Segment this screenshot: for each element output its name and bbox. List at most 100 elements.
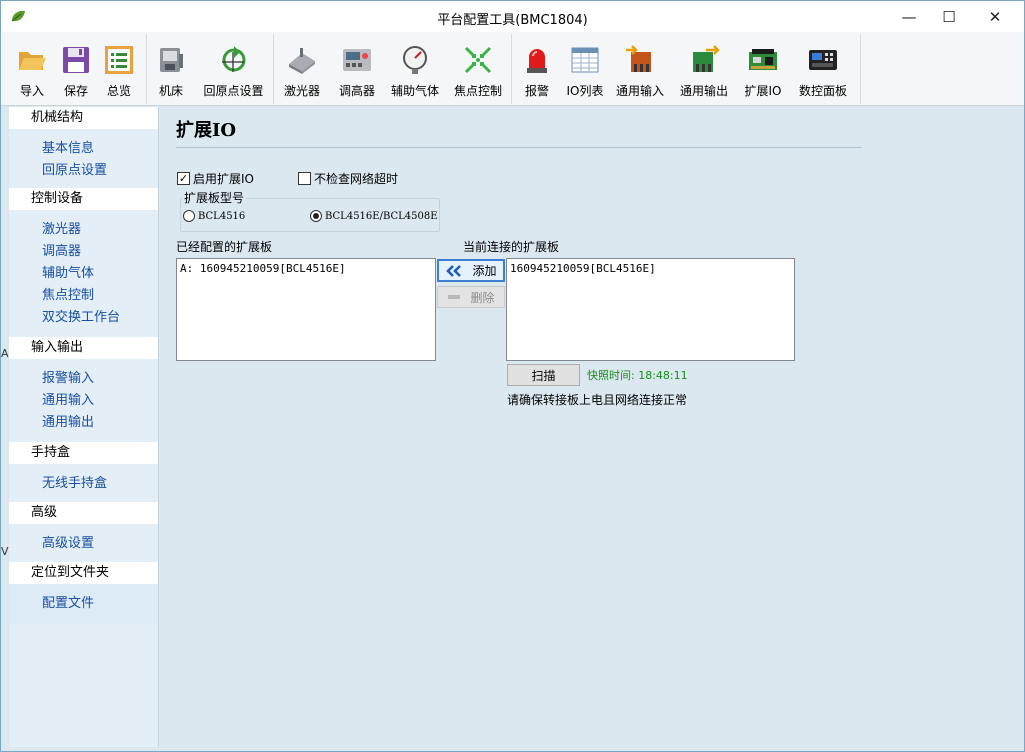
toolbar-io-list-label: IO列表: [566, 84, 604, 98]
radio-bcl4516-label: BCL4516: [198, 210, 246, 222]
sidebar-item-config-file[interactable]: 配置文件: [9, 593, 158, 615]
checkbox-empty-icon: [298, 172, 311, 185]
height-controller-icon: [343, 49, 371, 71]
toolbar-laser-label: 激光器: [283, 84, 320, 98]
general-output-icon: [693, 45, 720, 72]
toolbar-height-controller-button[interactable]: 调高器: [330, 34, 384, 104]
toolbar-height-controller-label: 调高器: [338, 84, 375, 98]
edge-char: V: [1, 545, 9, 558]
skip-timeout-checkbox[interactable]: 不检查网络超时: [298, 170, 398, 187]
configured-boards-label: 已经配置的扩展板: [176, 240, 273, 254]
app-window: 平台配置工具(BMC1804) — ☐ ✕ 导入 保存 总览 机床 回原点设置 …: [0, 0, 1025, 752]
page-title: 扩展IO: [176, 120, 237, 141]
title-divider: [176, 147, 862, 148]
laser-icon: [289, 48, 315, 74]
return-origin-icon: [221, 46, 245, 72]
sidebar-item-general-input[interactable]: 通用输入: [9, 390, 158, 412]
floppy-save-icon: [63, 47, 89, 73]
minus-icon: [448, 295, 461, 299]
toolbar-general-output-label: 通用输出: [679, 84, 728, 98]
sidebar-header-handheld[interactable]: 手持盒: [9, 442, 158, 464]
toolbar-machine-label: 机床: [158, 84, 183, 98]
add-board-button[interactable]: 添加: [437, 259, 505, 282]
toolbar-expand-io-button[interactable]: 扩展IO: [736, 34, 790, 104]
sidebar-item-focus-control[interactable]: 焦点控制: [9, 285, 158, 307]
overview-list-icon: [105, 46, 133, 74]
edge-char: A: [1, 347, 9, 360]
toolbar-import-button[interactable]: 导入: [9, 34, 55, 104]
board-type-title: 扩展板型号: [182, 189, 247, 206]
connected-boards-label: 当前连接的扩展板: [463, 240, 560, 254]
sidebar-item-alarm-input[interactable]: 报警输入: [9, 368, 158, 390]
delete-board-label: 删除: [470, 290, 495, 305]
configured-boards-list[interactable]: A: 160945210059[BCL4516E]: [176, 258, 436, 361]
toolbar-cnc-panel-label: 数控面板: [798, 84, 847, 98]
toolbar: 导入 保存 总览 机床 回原点设置 激光器 调高器 辅助气体 焦点控制 报警 I…: [1, 32, 1024, 106]
toolbar-focus-control-label: 焦点控制: [453, 84, 502, 98]
enable-expand-checkbox[interactable]: ✓ 启用扩展IO: [177, 170, 254, 187]
delete-board-button[interactable]: 删除: [437, 286, 505, 308]
cnc-panel-icon: [809, 50, 837, 70]
toolbar-general-input-button[interactable]: 通用输入: [608, 34, 672, 104]
toolbar-return-origin-button[interactable]: 回原点设置: [195, 34, 272, 104]
list-item[interactable]: 160945210059[BCL4516E]: [510, 262, 791, 275]
sidebar-item-height-controller[interactable]: 调高器: [9, 241, 158, 263]
pressure-gauge-icon: [403, 46, 427, 74]
sidebar-item-wireless-handheld[interactable]: 无线手持盒: [9, 473, 158, 495]
title-bar: 平台配置工具(BMC1804) — ☐ ✕: [1, 1, 1024, 32]
toolbar-group-devices: 激光器 调高器 辅助气体 焦点控制: [274, 34, 512, 104]
sidebar-header-mechanical[interactable]: 机械结构: [9, 107, 158, 129]
list-item[interactable]: A: 160945210059[BCL4516E]: [180, 262, 432, 275]
maximize-button[interactable]: ☐: [926, 1, 972, 32]
sidebar: 机械结构 基本信息 回原点设置 控制设备 激光器 调高器 辅助气体 焦点控制 双…: [9, 107, 159, 747]
toolbar-cnc-panel-button[interactable]: 数控面板: [790, 34, 856, 104]
scan-button[interactable]: 扫描: [507, 364, 580, 386]
sidebar-list-mechanical: 基本信息 回原点设置: [9, 129, 158, 188]
add-board-label: 添加: [472, 264, 497, 278]
alarm-light-icon: [527, 49, 547, 73]
close-button[interactable]: ✕: [972, 1, 1018, 32]
sidebar-item-laser[interactable]: 激光器: [9, 219, 158, 241]
sidebar-header-io[interactable]: 输入输出: [9, 337, 158, 359]
toolbar-overview-button[interactable]: 总览: [97, 34, 141, 104]
connected-boards-list[interactable]: 160945210059[BCL4516E]: [506, 258, 795, 361]
sidebar-header-control-devices[interactable]: 控制设备: [9, 188, 158, 210]
snapshot-time: 快照时间: 18:48:11: [587, 369, 688, 382]
sidebar-list-handheld: 无线手持盒: [9, 464, 158, 502]
toolbar-io-list-button[interactable]: IO列表: [562, 34, 608, 104]
toolbar-return-origin-label: 回原点设置: [203, 84, 264, 98]
sidebar-list-io: 报警输入 通用输入 通用输出: [9, 359, 158, 442]
toolbar-alarm-button[interactable]: 报警: [512, 34, 562, 104]
sidebar-item-general-output[interactable]: 通用输出: [9, 412, 158, 434]
toolbar-laser-button[interactable]: 激光器: [274, 34, 330, 104]
double-chevron-left-icon: [446, 264, 462, 277]
toolbar-expand-io-label: 扩展IO: [744, 84, 782, 98]
enable-expand-label: 启用扩展IO: [193, 172, 254, 186]
radio-bcl4516[interactable]: BCL4516: [183, 210, 245, 222]
sidebar-list-control-devices: 激光器 调高器 辅助气体 焦点控制 双交换工作台: [9, 210, 158, 337]
toolbar-machine-button[interactable]: 机床: [147, 34, 195, 104]
toolbar-alarm-label: 报警: [524, 84, 549, 98]
sidebar-header-advanced[interactable]: 高级: [9, 502, 158, 524]
sidebar-list-locate-folder: 配置文件: [9, 584, 158, 624]
toolbar-general-output-button[interactable]: 通用输出: [672, 34, 736, 104]
sidebar-item-basic-info[interactable]: 基本信息: [9, 138, 158, 160]
toolbar-focus-control-button[interactable]: 焦点控制: [446, 34, 510, 104]
main-panel: 扩展IO ✓ 启用扩展IO 不检查网络超时 扩展板型号 BCL4516 BCL4…: [160, 107, 1024, 751]
radio-bcl4516e[interactable]: BCL4516E/BCL4508E: [310, 210, 438, 222]
sidebar-item-origin-setting[interactable]: 回原点设置: [9, 160, 158, 182]
machine-icon: [160, 48, 183, 72]
radio-bcl4516e-label: BCL4516E/BCL4508E: [325, 210, 438, 222]
radio-selected-icon: [310, 210, 322, 222]
toolbar-assist-gas-button[interactable]: 辅助气体: [384, 34, 446, 104]
sidebar-header-locate-folder[interactable]: 定位到文件夹: [9, 562, 158, 584]
folder-open-icon: [19, 52, 46, 70]
sidebar-item-advanced-settings[interactable]: 高级设置: [9, 533, 158, 555]
toolbar-save-button[interactable]: 保存: [55, 34, 97, 104]
sidebar-item-dual-table[interactable]: 双交换工作台: [9, 307, 158, 329]
connection-hint: 请确保转接板上电且网络连接正常: [507, 393, 688, 407]
focus-control-icon: [464, 46, 492, 74]
skip-timeout-label: 不检查网络超时: [314, 172, 399, 186]
general-input-icon: [626, 45, 651, 72]
sidebar-item-assist-gas[interactable]: 辅助气体: [9, 263, 158, 285]
